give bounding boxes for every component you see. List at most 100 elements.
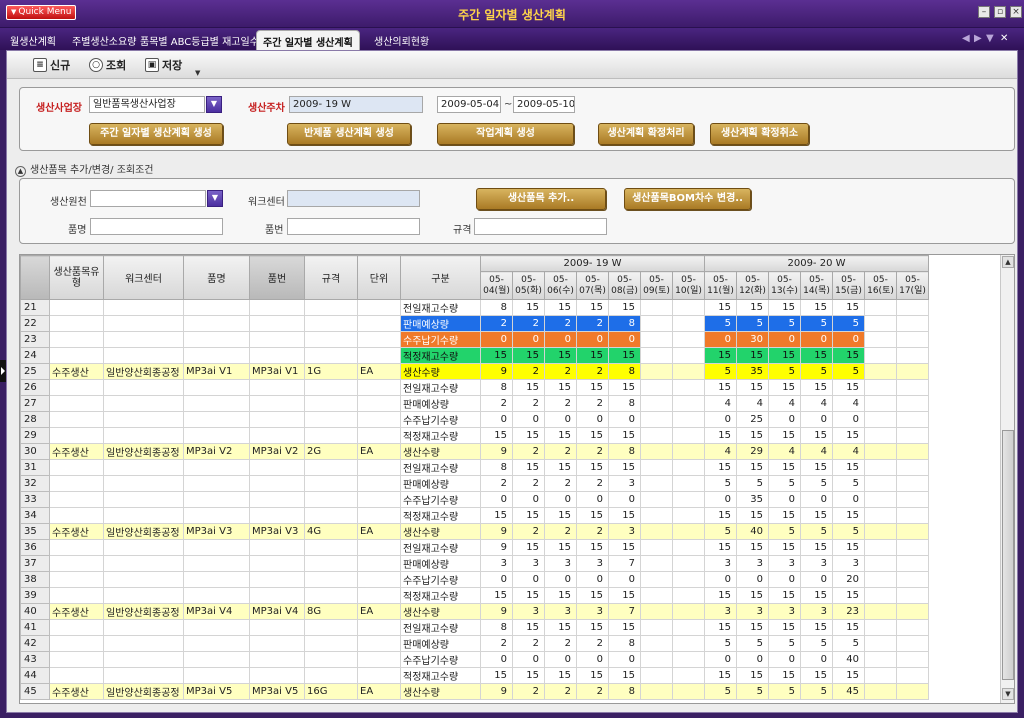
cell-quantity[interactable]: 0 — [608, 491, 641, 508]
cell-spec[interactable] — [304, 667, 358, 684]
cell-type[interactable] — [49, 299, 104, 316]
cell-itemno[interactable] — [249, 667, 305, 684]
cell-unit[interactable]: EA — [357, 603, 401, 620]
cell-quantity[interactable]: 15 — [608, 347, 641, 364]
cell-quantity[interactable]: 0 — [608, 651, 641, 668]
cell-workcenter[interactable] — [103, 379, 184, 396]
cell-quantity[interactable] — [896, 379, 929, 396]
cell-workcenter[interactable] — [103, 475, 184, 492]
cell-quantity[interactable]: 5 — [768, 363, 801, 380]
cell-itemname[interactable] — [183, 571, 250, 588]
cell-category[interactable]: 적정재고수량 — [400, 587, 481, 604]
cell-quantity[interactable]: 15 — [832, 539, 865, 556]
cell-itemno[interactable] — [249, 347, 305, 364]
cell-quantity[interactable]: 15 — [832, 619, 865, 636]
cell-quantity[interactable]: 15 — [704, 427, 737, 444]
create-work-plan-button[interactable]: 작업계획 생성 — [437, 123, 574, 145]
cell-quantity[interactable]: 0 — [544, 411, 577, 428]
cell-category[interactable]: 전일재고수량 — [400, 619, 481, 636]
table-row[interactable]: 33 수주납기수량 0 0 0 0 0 0 35 0 0 0 — [20, 491, 929, 508]
cell-quantity[interactable]: 15 — [736, 427, 769, 444]
cell-unit[interactable] — [357, 587, 401, 604]
cell-quantity[interactable]: 15 — [800, 459, 833, 476]
cell-itemname[interactable] — [183, 459, 250, 476]
cell-quantity[interactable]: 0 — [544, 571, 577, 588]
cell-quantity[interactable]: 15 — [800, 507, 833, 524]
cell-quantity[interactable]: 23 — [832, 603, 865, 620]
cell-quantity[interactable]: 15 — [512, 539, 545, 556]
cell-itemno[interactable] — [249, 395, 305, 412]
cell-quantity[interactable]: 5 — [800, 523, 833, 540]
cell-quantity[interactable]: 9 — [480, 539, 513, 556]
cell-quantity[interactable] — [672, 587, 705, 604]
tab-list-icon[interactable]: ▼ — [986, 33, 994, 44]
cell-quantity[interactable] — [864, 523, 897, 540]
cell-quantity[interactable] — [864, 299, 897, 316]
cell-quantity[interactable]: 2 — [544, 395, 577, 412]
cell-quantity[interactable]: 15 — [512, 347, 545, 364]
cell-quantity[interactable]: 15 — [576, 507, 609, 524]
tab-production-request[interactable]: 생산의뢰현황 — [374, 33, 429, 48]
cancel-confirm-button[interactable]: 생산계획 확정취소 — [710, 123, 809, 145]
cell-quantity[interactable]: 0 — [480, 331, 513, 348]
cell-quantity[interactable] — [864, 475, 897, 492]
cell-quantity[interactable]: 2 — [544, 635, 577, 652]
cell-workcenter[interactable] — [103, 667, 184, 684]
cell-type[interactable] — [49, 571, 104, 588]
cell-category[interactable]: 적정재고수량 — [400, 427, 481, 444]
cell-category[interactable]: 판매예상량 — [400, 315, 481, 332]
cell-quantity[interactable]: 3 — [608, 475, 641, 492]
cell-category[interactable]: 판매예상량 — [400, 475, 481, 492]
cell-itemno[interactable]: MP3ai V4 — [249, 603, 305, 620]
cell-quantity[interactable]: 35 — [736, 363, 769, 380]
cell-itemno[interactable] — [249, 587, 305, 604]
cell-quantity[interactable]: 4 — [704, 395, 737, 412]
cell-quantity[interactable] — [896, 443, 929, 460]
cell-quantity[interactable] — [896, 555, 929, 572]
table-row[interactable]: 34 적정재고수량 15 15 15 15 15 15 15 15 15 15 — [20, 507, 929, 524]
cell-quantity[interactable]: 5 — [736, 475, 769, 492]
cell-quantity[interactable] — [864, 427, 897, 444]
cell-quantity[interactable]: 15 — [512, 379, 545, 396]
cell-quantity[interactable] — [864, 507, 897, 524]
cell-spec[interactable] — [304, 491, 358, 508]
cell-quantity[interactable]: 0 — [480, 411, 513, 428]
cell-category[interactable]: 전일재고수량 — [400, 379, 481, 396]
cell-quantity[interactable]: 15 — [480, 587, 513, 604]
cell-type[interactable] — [49, 635, 104, 652]
cell-quantity[interactable]: 15 — [768, 507, 801, 524]
cell-category[interactable]: 적정재고수량 — [400, 347, 481, 364]
table-row[interactable]: 41 전일재고수량 8 15 15 15 15 15 15 15 15 15 — [20, 619, 929, 636]
cell-quantity[interactable]: 15 — [544, 379, 577, 396]
table-row[interactable]: 43 수주납기수량 0 0 0 0 0 0 0 0 0 40 — [20, 651, 929, 668]
cell-quantity[interactable] — [896, 315, 929, 332]
cell-quantity[interactable]: 5 — [736, 683, 769, 700]
cell-quantity[interactable]: 0 — [832, 331, 865, 348]
cell-spec[interactable] — [304, 459, 358, 476]
cell-workcenter[interactable] — [103, 347, 184, 364]
cell-quantity[interactable]: 0 — [608, 411, 641, 428]
cell-quantity[interactable]: 5 — [704, 475, 737, 492]
row-number[interactable]: 22 — [20, 315, 50, 332]
cell-quantity[interactable] — [640, 603, 673, 620]
cell-type[interactable] — [49, 475, 104, 492]
cell-spec[interactable] — [304, 411, 358, 428]
cell-quantity[interactable] — [640, 443, 673, 460]
cell-quantity[interactable]: 3 — [512, 555, 545, 572]
cell-quantity[interactable] — [672, 507, 705, 524]
cell-spec[interactable] — [304, 427, 358, 444]
cell-spec[interactable] — [304, 587, 358, 604]
cell-unit[interactable] — [357, 555, 401, 572]
cell-quantity[interactable]: 15 — [704, 459, 737, 476]
cell-quantity[interactable] — [864, 491, 897, 508]
vertical-scrollbar[interactable]: ▲ ▼ — [1000, 255, 1014, 703]
cell-quantity[interactable]: 3 — [800, 603, 833, 620]
table-row[interactable]: 37 판매예상량 3 3 3 3 7 3 3 3 3 3 — [20, 555, 929, 572]
cell-itemno[interactable] — [249, 491, 305, 508]
cell-type[interactable] — [49, 507, 104, 524]
cell-quantity[interactable]: 5 — [736, 315, 769, 332]
cell-quantity[interactable]: 40 — [736, 523, 769, 540]
cell-quantity[interactable]: 2 — [512, 363, 545, 380]
cell-category[interactable]: 수주납기수량 — [400, 411, 481, 428]
cell-quantity[interactable]: 5 — [704, 315, 737, 332]
